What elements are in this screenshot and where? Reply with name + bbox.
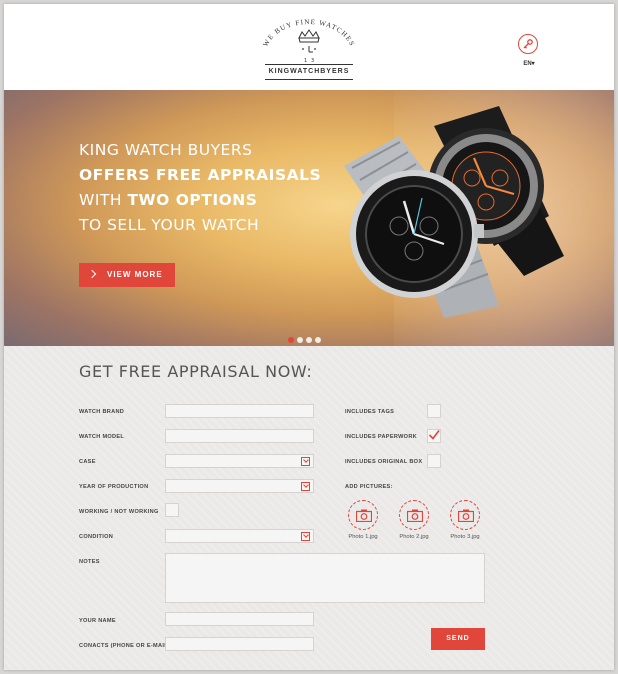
camera-icon (407, 509, 423, 522)
language-label: EN (523, 61, 532, 67)
year-label: YEAR OF PRODUCTION (79, 484, 149, 490)
chevron-right-icon (87, 269, 97, 279)
carousel-dots (288, 330, 324, 343)
camera-icon (356, 509, 372, 522)
carousel-dot-3[interactable] (306, 337, 312, 343)
crown-icon (298, 29, 320, 39)
photo-1-filename: Photo 1.jpg (348, 534, 378, 540)
svg-text:WE BUY FINE WATCHES: WE BUY FINE WATCHES (262, 18, 357, 48)
language-selector[interactable]: EN▾ (518, 60, 540, 67)
watch-brand-input[interactable] (165, 404, 314, 418)
contacts-input[interactable] (165, 637, 314, 651)
working-checkbox[interactable] (165, 503, 179, 517)
photo-3-filename: Photo 3.jpg (450, 534, 480, 540)
working-label: WORKING / NOT WORKING (79, 509, 159, 515)
photo-upload-3[interactable] (450, 500, 480, 530)
add-pictures-label: ADD PICTURES: (345, 484, 393, 490)
includes-box-label: INCLUDES ORIGINAL BOX (345, 459, 423, 465)
notes-textarea[interactable] (165, 553, 485, 603)
form-title: GET FREE APPRAISAL NOW: (79, 362, 313, 381)
hero-headline: KING WATCH BUYERS OFFERS FREE APPRAISALS… (79, 138, 321, 238)
name-label: YOUR NAME (79, 618, 116, 624)
page-frame: WE BUY FINE WATCHES 1 3 KINGWATCHBYERS E… (4, 4, 614, 670)
view-more-button[interactable]: VIEW MORE (79, 263, 175, 287)
site-logo[interactable]: WE BUY FINE WATCHES 1 3 KINGWATCHBYERS (254, 18, 364, 82)
photo-2-filename: Photo 2.jpg (399, 534, 429, 540)
includes-box-checkbox[interactable] (427, 454, 441, 468)
logo-emblem: WE BUY FINE WATCHES 1 3 (262, 18, 357, 64)
chevron-down-icon (301, 457, 310, 466)
includes-paperwork-checkbox[interactable] (427, 429, 441, 443)
logo-arc-text: WE BUY FINE WATCHES (262, 18, 356, 48)
year-select[interactable] (165, 479, 314, 493)
includes-tags-checkbox[interactable] (427, 404, 441, 418)
hero-line-1: KING WATCH BUYERS (79, 141, 253, 159)
notes-label: NOTES (79, 559, 100, 565)
key-icon (523, 39, 533, 49)
carousel-dot-2[interactable] (297, 337, 303, 343)
includes-tags-label: INCLUDES TAGS (345, 409, 395, 415)
case-label: CASE (79, 459, 96, 465)
watch-model-input[interactable] (165, 429, 314, 443)
watches-image (344, 106, 564, 318)
includes-paperwork-label: INCLUDES PAPERWORK (345, 434, 418, 440)
view-more-label: VIEW MORE (107, 270, 163, 279)
name-input[interactable] (165, 612, 314, 626)
contacts-label: CONACTS (PHONE OR E-MAIL) (79, 643, 171, 649)
watch-model-label: WATCH MODEL (79, 434, 125, 440)
watch-brand-label: WATCH BRAND (79, 409, 125, 415)
checkmark-icon (428, 430, 440, 440)
logo-brand-name: KINGWATCHBYERS (265, 64, 353, 80)
chevron-down-icon (301, 482, 310, 491)
condition-select[interactable] (165, 529, 314, 543)
case-select[interactable] (165, 454, 314, 468)
hero-line-4: TO SELL YOUR WATCH (79, 216, 260, 234)
chevron-down-icon: ▾ (531, 61, 535, 67)
condition-label: CONDITION (79, 534, 114, 540)
hero-banner: KING WATCH BUYERS OFFERS FREE APPRAISALS… (4, 90, 614, 346)
carousel-dot-1[interactable] (288, 337, 294, 343)
key-login-button[interactable] (518, 34, 538, 54)
chevron-down-icon (301, 532, 310, 541)
photo-upload-2[interactable] (399, 500, 429, 530)
camera-icon (458, 509, 474, 522)
photo-upload-1[interactable] (348, 500, 378, 530)
hero-line-3: WITH TWO OPTIONS (79, 191, 258, 209)
site-header: WE BUY FINE WATCHES 1 3 KINGWATCHBYERS E… (4, 4, 614, 90)
carousel-dot-4[interactable] (315, 337, 321, 343)
hero-line-2: OFFERS FREE APPRAISALS (79, 166, 322, 184)
send-button[interactable]: SEND (431, 628, 485, 650)
appraisal-form: GET FREE APPRAISAL NOW: WATCH BRAND WATC… (4, 346, 614, 670)
